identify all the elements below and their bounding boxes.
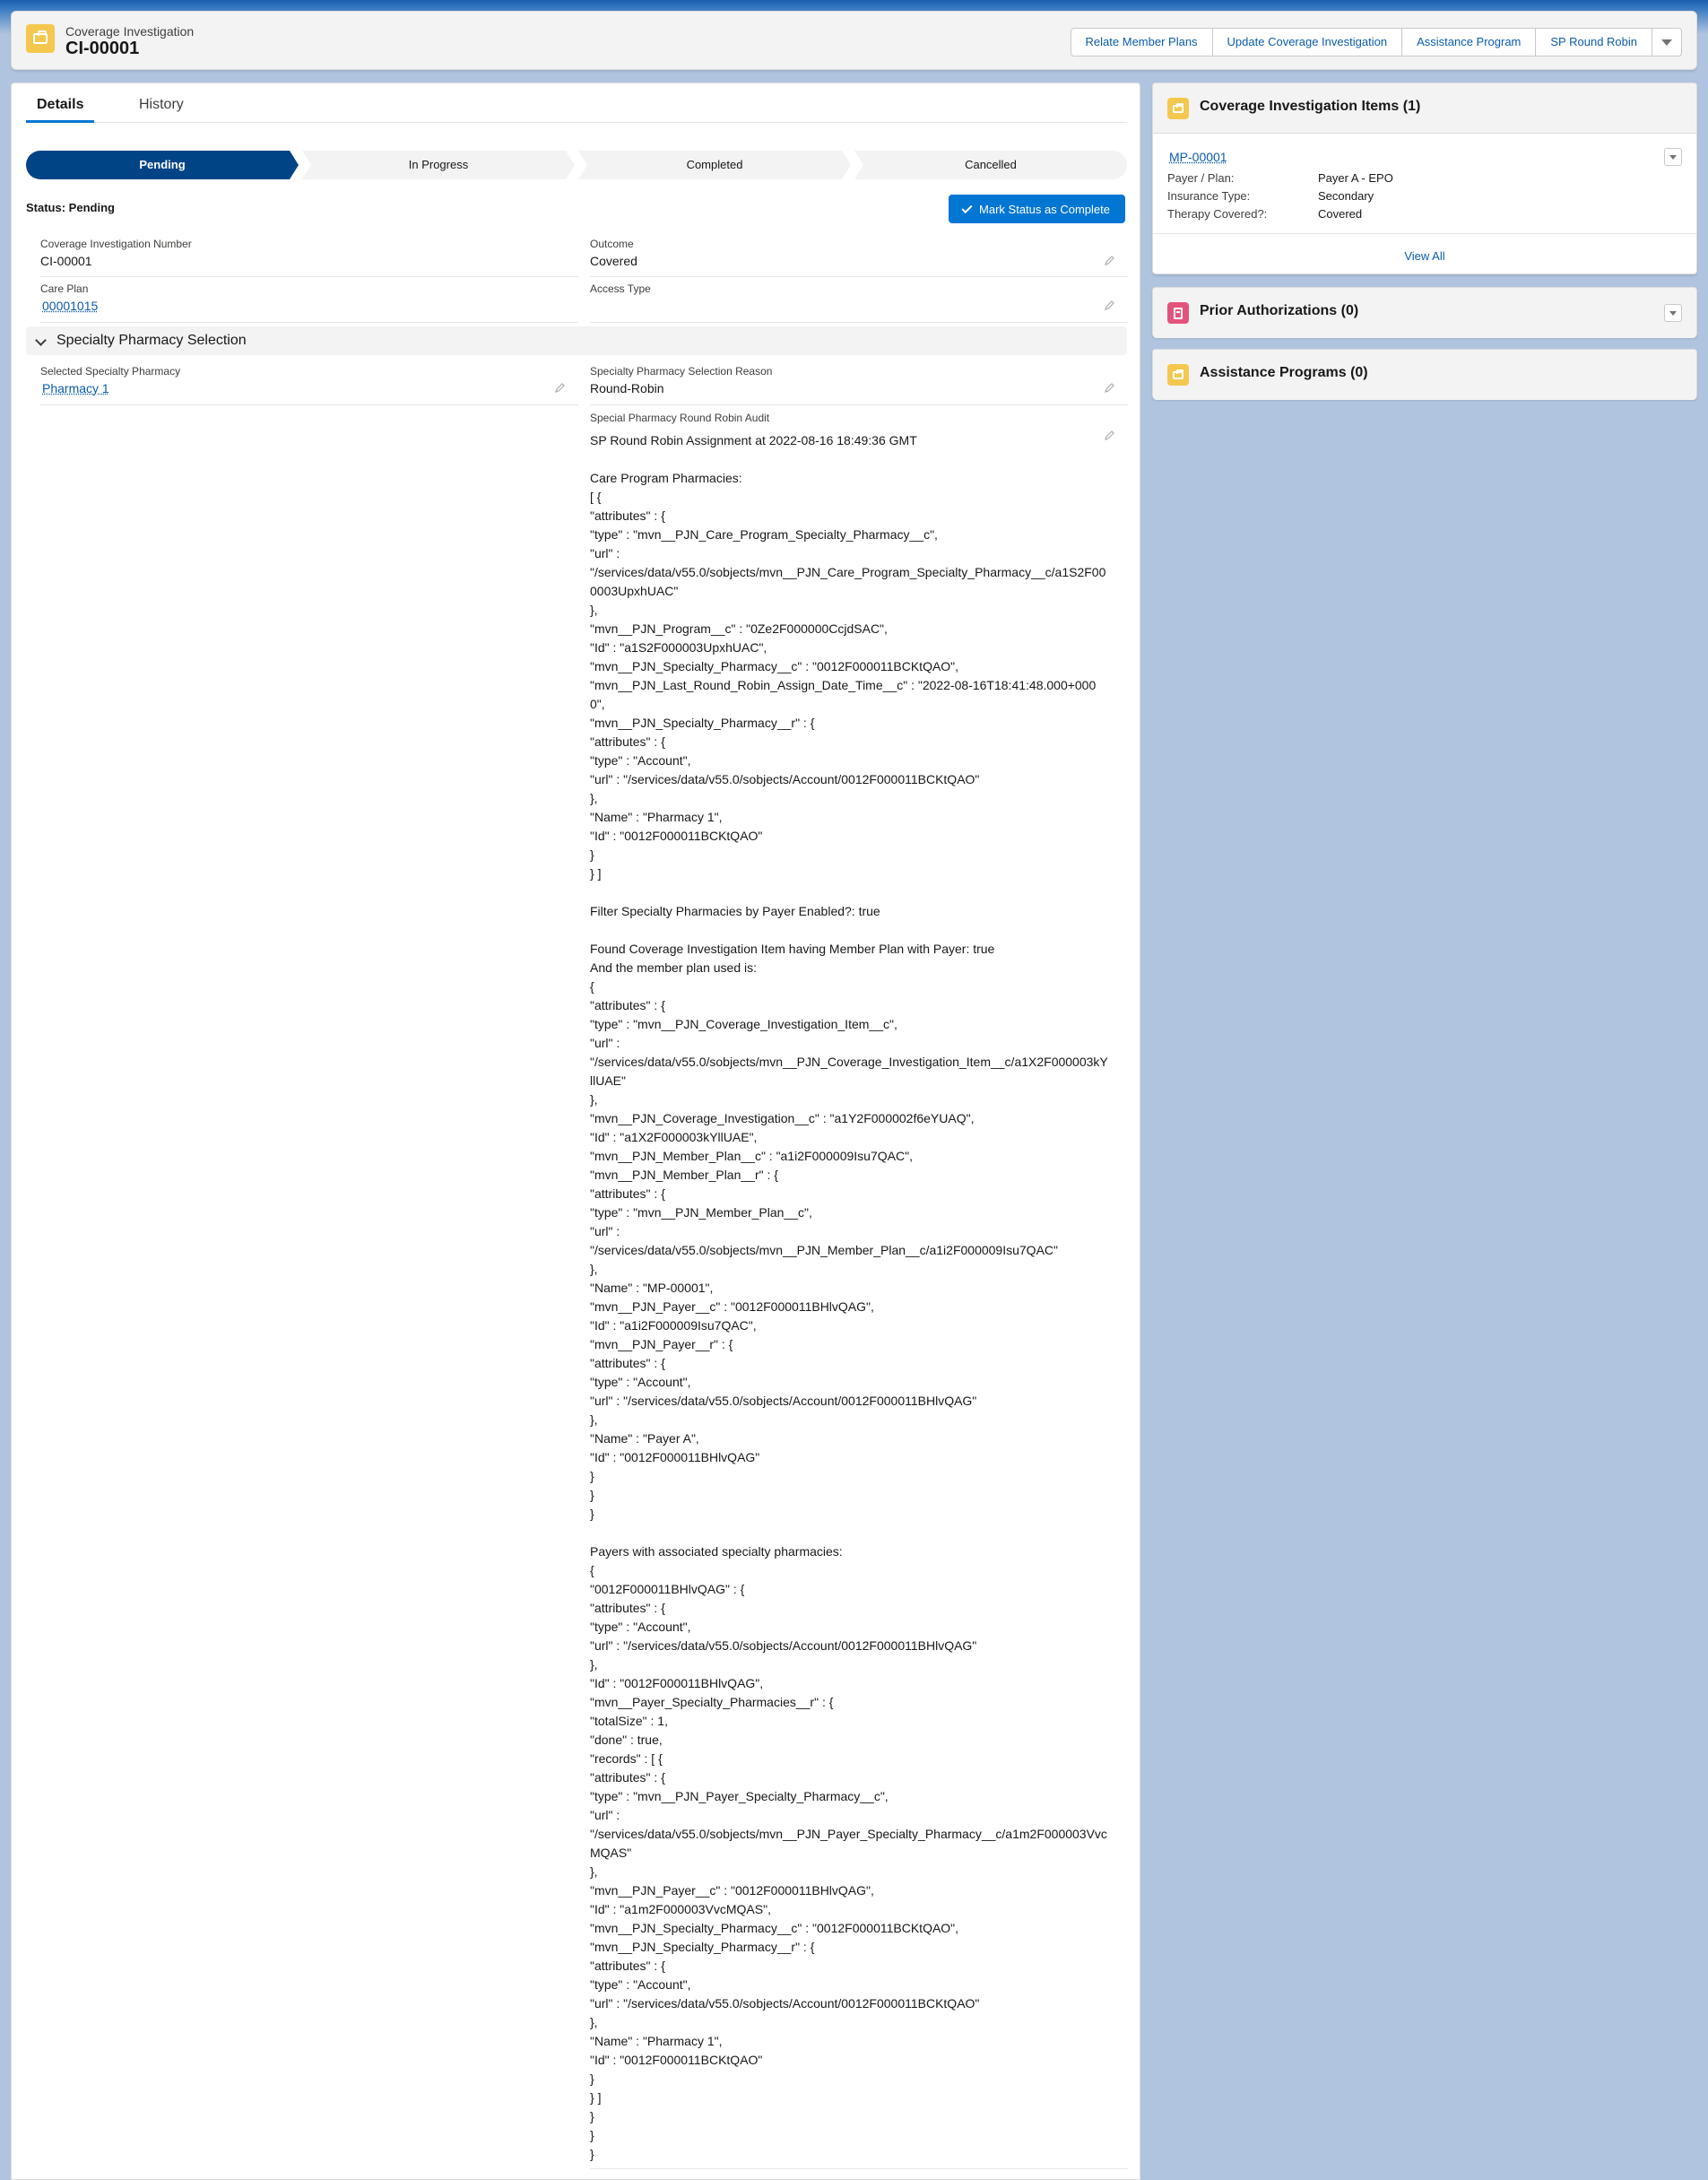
insurance-type-label: Insurance Type: [1167,189,1251,203]
access-type-field: Access Type [590,282,1128,323]
path-stage-in-progress[interactable]: In Progress [302,151,575,179]
prior-authorizations-card: Prior Authorizations (0) [1152,287,1697,338]
briefcase-icon [1167,364,1189,386]
assistance-programs-card: Assistance Programs (0) [1152,349,1697,400]
prior-authorizations-header: Prior Authorizations (0) [1153,288,1696,338]
status-text: Status: Pending [26,201,115,214]
tab-history[interactable]: History [139,94,184,123]
assistance-program-button[interactable]: Assistance Program [1401,29,1536,56]
payer-plan-label: Payer / Plan: [1167,171,1235,185]
status-path: Pending In Progress Completed Cancelled [26,151,1127,179]
section-title: Specialty Pharmacy Selection [56,333,247,348]
assistance-programs-title[interactable]: Assistance Programs (0) [1200,365,1368,381]
prior-auth-actions-button[interactable] [1664,304,1682,322]
view-all-link[interactable]: View All [1153,249,1696,263]
payer-plan-value: Payer A - EPO [1318,171,1393,185]
more-actions-button[interactable] [1652,29,1681,56]
mark-status-complete-label: Mark Status as Complete [979,202,1110,216]
chevron-down-icon [1669,154,1677,160]
care-plan-link[interactable]: 00001015 [42,299,578,313]
coverage-items-card: Coverage Investigation Items (1) MP-0000… [1152,83,1697,274]
path-stage-pending[interactable]: Pending [26,151,299,179]
selection-reason-label: Specialty Pharmacy Selection Reason [590,365,773,378]
outcome-label: Outcome [590,238,634,250]
checkmark-icon [961,202,973,213]
round-robin-audit-value: SP Round Robin Assignment at 2022-08-16 … [590,433,1108,2161]
details-card: Details History Pending In Progress Comp… [11,83,1140,2180]
ci-number-field: Coverage Investigation Number CI-00001 [40,238,578,277]
coverage-items-header: Coverage Investigation Items (1) [1153,83,1696,134]
record-name: CI-00001 [65,39,140,58]
document-icon [1167,302,1189,324]
selection-reason-field: Specialty Pharmacy Selection Reason Roun… [590,365,1128,405]
selection-reason-value: Round-Robin [590,381,664,395]
specialty-pharmacy-section-header[interactable]: Specialty Pharmacy Selection [26,326,1127,355]
briefcase-icon [26,24,55,53]
selected-pharmacy-label: Selected Specialty Pharmacy [40,365,181,378]
prior-authorizations-title[interactable]: Prior Authorizations (0) [1200,303,1358,319]
relate-member-plans-button[interactable]: Relate Member Plans [1071,29,1212,56]
access-type-label: Access Type [590,282,651,295]
ci-number-value: CI-00001 [40,254,92,268]
chevron-down-icon [1661,39,1672,47]
therapy-covered-label: Therapy Covered?: [1167,207,1268,221]
care-plan-label: Care Plan [40,282,89,295]
pencil-icon[interactable] [1105,255,1115,265]
member-plan-link[interactable]: MP-00001 [1169,150,1227,164]
tab-bar: Details History [26,94,1127,123]
care-plan-field: Care Plan 00001015 [40,282,578,323]
item-actions-button[interactable] [1664,148,1682,166]
outcome-field: Outcome Covered [590,238,1128,277]
pencil-icon[interactable] [1105,300,1115,310]
coverage-items-title[interactable]: Coverage Investigation Items (1) [1200,99,1420,115]
assistance-programs-header: Assistance Programs (0) [1153,350,1696,400]
path-stage-cancelled[interactable]: Cancelled [854,151,1127,179]
path-stage-completed[interactable]: Completed [578,151,851,179]
update-coverage-investigation-button[interactable]: Update Coverage Investigation [1211,29,1402,56]
briefcase-icon [1167,98,1189,119]
therapy-covered-value: Covered [1318,207,1363,221]
header-actions: Relate Member Plans Update Coverage Inve… [1070,28,1682,56]
record-header: Coverage Investigation CI-00001 Relate M… [11,11,1697,70]
chevron-down-icon [1669,310,1677,316]
tab-details[interactable]: Details [26,94,95,123]
selected-pharmacy-link[interactable]: Pharmacy 1 [42,381,578,395]
pencil-icon[interactable] [1105,382,1115,393]
round-robin-audit-label: Special Pharmacy Round Robin Audit [590,412,770,424]
selected-pharmacy-field: Selected Specialty Pharmacy Pharmacy 1 [40,365,578,405]
outcome-value: Covered [590,254,637,268]
chevron-down-icon [35,334,47,346]
insurance-type-value: Secondary [1318,189,1374,203]
pencil-icon[interactable] [555,382,566,393]
ci-number-label: Coverage Investigation Number [40,238,192,250]
coverage-item: MP-00001 Payer / Plan: Payer A - EPO Ins… [1153,134,1696,234]
mark-status-complete-button[interactable]: Mark Status as Complete [949,195,1125,223]
object-label: Coverage Investigation [65,24,195,39]
sp-round-robin-button[interactable]: SP Round Robin [1535,29,1652,56]
